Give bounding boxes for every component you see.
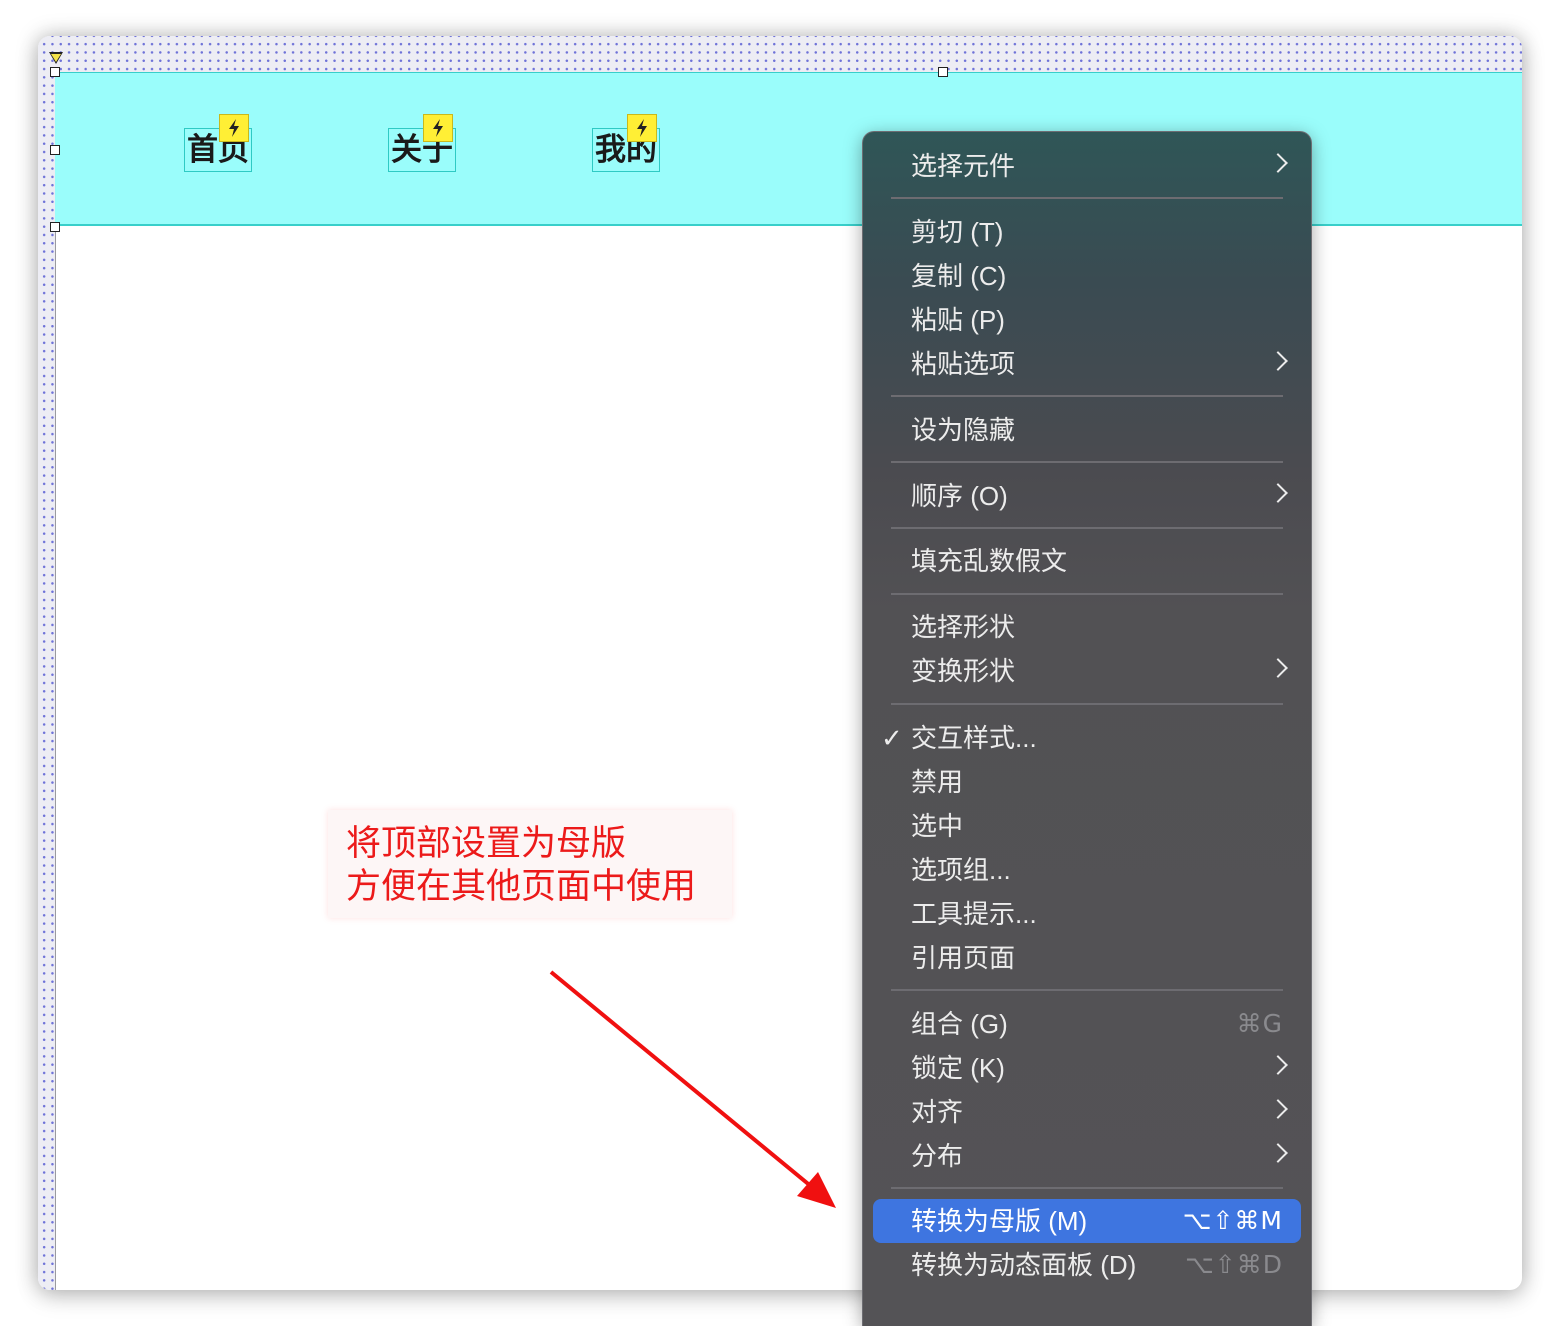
menu-separator (891, 197, 1283, 199)
menu-separator (891, 703, 1283, 705)
menu-item-label: 对齐 (911, 1097, 964, 1127)
menu-separator (891, 989, 1283, 991)
chevron-right-icon (1268, 1143, 1288, 1163)
menu-item-label: 粘贴选项 (911, 349, 1016, 379)
menu-item-label: 引用页面 (911, 943, 1016, 973)
menu-item-paste[interactable]: 粘贴 (P) (863, 298, 1311, 342)
menu-item-label: 交互样式... (911, 723, 1037, 753)
keyboard-shortcut: ⌥⇧⌘D (1184, 1250, 1283, 1279)
menu-item-label: 转换为动态面板 (D) (911, 1250, 1137, 1280)
keyboard-shortcut: ⌘G (1236, 1009, 1283, 1038)
menu-item-label: 复制 (C) (911, 261, 1007, 291)
menu-item-align[interactable]: 对齐 (863, 1090, 1311, 1134)
menu-item-select-element[interactable]: 选择元件 (863, 144, 1311, 188)
menu-item-label: 选择形状 (911, 612, 1016, 642)
menu-item-cut[interactable]: 剪切 (T) (863, 210, 1311, 254)
menu-item-label: 选项组... (911, 855, 1011, 885)
menu-item-disable[interactable]: 禁用 (863, 760, 1311, 804)
menu-item-paste-options[interactable]: 粘贴选项 (863, 342, 1311, 386)
menu-item-label: 禁用 (911, 767, 964, 797)
context-menu: 选择元件 剪切 (T) 复制 (C) 粘贴 (P) 粘贴选项 设为隐藏 顺序 (… (862, 131, 1312, 1326)
menu-item-copy[interactable]: 复制 (C) (863, 254, 1311, 298)
menu-item-transform-shape[interactable]: 变换形状 (863, 649, 1311, 693)
chevron-right-icon (1268, 658, 1288, 678)
chevron-right-icon (1268, 153, 1288, 173)
chevron-right-icon (1268, 1099, 1288, 1119)
chevron-right-icon (1268, 1055, 1288, 1075)
menu-item-order[interactable]: 顺序 (O) (863, 474, 1311, 518)
menu-item-label: 分布 (911, 1141, 964, 1171)
menu-item-reference-page[interactable]: 引用页面 (863, 936, 1311, 980)
red-arrow-icon (549, 970, 836, 1208)
menu-separator (891, 593, 1283, 595)
menu-item-select-shape[interactable]: 选择形状 (863, 605, 1311, 649)
menu-item-label: 锁定 (K) (911, 1053, 1005, 1083)
menu-item-label: 变换形状 (911, 656, 1016, 686)
menu-item-group[interactable]: 组合 (G) ⌘G (863, 1002, 1311, 1046)
menu-item-lock[interactable]: 锁定 (K) (863, 1046, 1311, 1090)
menu-item-tooltip[interactable]: 工具提示... (863, 892, 1311, 936)
menu-item-fill-lorem[interactable]: 填充乱数假文 (863, 539, 1311, 583)
menu-item-label: 工具提示... (911, 899, 1037, 929)
checkmark-icon: ✓ (881, 723, 903, 753)
menu-separator (891, 461, 1283, 463)
menu-item-selected[interactable]: 选中 (863, 804, 1311, 848)
menu-item-label: 剪切 (T) (911, 217, 1004, 247)
menu-separator (891, 395, 1283, 397)
menu-item-convert-to-master[interactable]: 转换为母版 (M) ⌥⇧⌘M (873, 1199, 1301, 1243)
chevron-right-icon (1268, 351, 1288, 371)
menu-item-label: 选中 (911, 811, 964, 841)
chevron-right-icon (1268, 483, 1288, 503)
menu-item-set-hidden[interactable]: 设为隐藏 (863, 408, 1311, 452)
menu-item-label: 顺序 (O) (911, 481, 1008, 511)
menu-separator (891, 527, 1283, 529)
menu-item-label: 填充乱数假文 (911, 546, 1068, 576)
menu-item-label: 粘贴 (P) (911, 305, 1005, 335)
menu-item-label: 转换为母版 (M) (911, 1206, 1088, 1236)
menu-item-distribute[interactable]: 分布 (863, 1134, 1311, 1178)
menu-item-label: 组合 (G) (911, 1009, 1008, 1039)
menu-item-interaction-styles[interactable]: ✓ 交互样式... (863, 716, 1311, 760)
menu-item-option-group[interactable]: 选项组... (863, 848, 1311, 892)
menu-item-label: 选择元件 (911, 151, 1016, 181)
menu-item-label: 设为隐藏 (911, 415, 1016, 445)
menu-separator (891, 1187, 1283, 1189)
keyboard-shortcut: ⌥⇧⌘M (1182, 1206, 1283, 1235)
menu-item-convert-to-dynamic-panel[interactable]: 转换为动态面板 (D) ⌥⇧⌘D (863, 1243, 1311, 1287)
